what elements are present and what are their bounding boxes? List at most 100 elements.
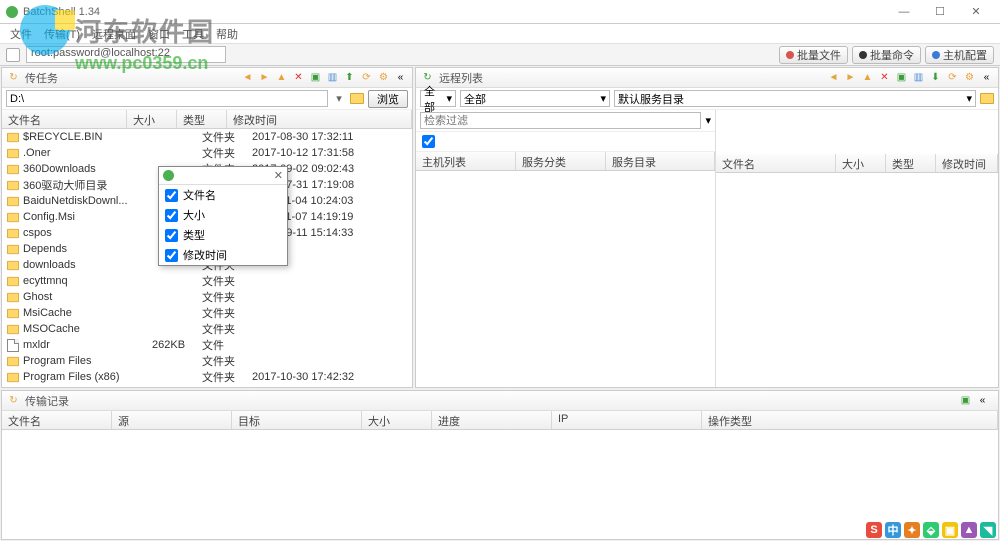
remote-pane: ↻ 远程列表 ◄ ► ▲ ✕ ▣ ▥ ⬇ ⟳ ⚙ « 全部 ▾ 全部▾ 默认服务… — [415, 67, 999, 388]
rcol-mtime[interactable]: 修改时间 — [936, 154, 998, 172]
tray-icon-6[interactable]: ◥ — [980, 522, 996, 538]
lcol-name[interactable]: 文件名 — [2, 411, 112, 429]
menu-file[interactable]: 文件 — [4, 26, 38, 42]
filter-all-2[interactable]: 全部▾ — [460, 90, 610, 107]
tray-status-icon[interactable]: 中 — [885, 522, 901, 538]
remote-file-list[interactable] — [716, 173, 998, 387]
ctx-checkbox[interactable] — [165, 229, 178, 242]
ctx-close-icon[interactable]: ✕ — [274, 169, 283, 182]
r-collapse-icon[interactable]: « — [979, 70, 994, 85]
r-props-icon[interactable]: ▥ — [911, 70, 926, 85]
ctx-item[interactable]: 文件名 — [159, 185, 287, 205]
menu-remote[interactable]: 远程桌面 — [86, 26, 142, 42]
r-download-icon[interactable]: ⬇ — [928, 70, 943, 85]
r-open-folder-icon[interactable] — [980, 93, 994, 104]
lcol-size[interactable]: 大小 — [362, 411, 432, 429]
tray-ime-icon[interactable]: S — [866, 522, 882, 538]
tray-icon-4[interactable]: ▣ — [942, 522, 958, 538]
back-icon[interactable]: ◄ — [240, 70, 255, 85]
minimize-button[interactable]: — — [886, 2, 922, 22]
ctx-item[interactable]: 大小 — [159, 205, 287, 225]
filter-all-1[interactable]: 全部 ▾ — [420, 90, 456, 107]
r-gear-icon[interactable]: ⚙ — [962, 70, 977, 85]
log-body[interactable] — [2, 430, 998, 539]
rcol-type[interactable]: 类型 — [886, 154, 936, 172]
r-fwd-icon[interactable]: ► — [843, 70, 858, 85]
upload-icon[interactable]: ⬆ — [342, 70, 357, 85]
open-folder-icon[interactable] — [350, 93, 364, 104]
table-row[interactable]: mxldr262KB文件 — [2, 337, 412, 353]
menu-tools[interactable]: 工具 — [176, 26, 210, 42]
close-button[interactable]: ✕ — [958, 2, 994, 22]
batch-file-button[interactable]: 批量文件 — [779, 46, 848, 64]
table-row[interactable]: Ghost文件夹 — [2, 289, 412, 305]
lcol-prog[interactable]: 进度 — [432, 411, 552, 429]
gear-icon[interactable]: ⚙ — [376, 70, 391, 85]
rcol-size[interactable]: 大小 — [836, 154, 886, 172]
props-icon[interactable]: ▥ — [325, 70, 340, 85]
table-row[interactable]: Program Files文件夹 — [2, 353, 412, 369]
ctx-checkbox[interactable] — [165, 249, 178, 262]
path-dropdown-icon[interactable]: ▾ — [332, 92, 346, 105]
maximize-button[interactable]: ☐ — [922, 2, 958, 22]
select-all-checkbox[interactable] — [422, 135, 435, 148]
table-row[interactable]: .Oner文件夹2017-10-12 17:31:58 — [2, 145, 412, 161]
tray-icon-5[interactable]: ▲ — [961, 522, 977, 538]
refresh-icon[interactable]: ↻ — [6, 70, 21, 85]
batch-cmd-button[interactable]: 批量命令 — [852, 46, 921, 64]
r-newfolder-icon[interactable]: ▣ — [894, 70, 909, 85]
ctx-app-icon — [163, 170, 174, 181]
tray-icon-3[interactable]: ⬙ — [923, 522, 939, 538]
r-up-icon[interactable]: ▲ — [860, 70, 875, 85]
rcol-name[interactable]: 文件名 — [716, 154, 836, 172]
table-row[interactable]: Record文件夹2017-10-30 13:31:12 — [2, 385, 412, 387]
table-row[interactable]: Program Files (x86)文件夹2017-10-30 17:42:3… — [2, 369, 412, 385]
log-refresh-icon[interactable]: ↻ — [6, 393, 21, 408]
collapse-icon[interactable]: « — [393, 70, 408, 85]
host-list[interactable] — [416, 171, 715, 387]
ctx-checkbox[interactable] — [165, 189, 178, 202]
session-icon — [6, 48, 20, 62]
host-config-button[interactable]: 主机配置 — [925, 46, 994, 64]
fwd-icon[interactable]: ► — [257, 70, 272, 85]
r-back-icon[interactable]: ◄ — [826, 70, 841, 85]
r-refresh2-icon[interactable]: ⟳ — [945, 70, 960, 85]
ctx-item[interactable]: 类型 — [159, 225, 287, 245]
search-filter-input[interactable] — [420, 112, 701, 129]
col-type[interactable]: 类型 — [177, 110, 227, 128]
col-host[interactable]: 主机列表 — [416, 152, 516, 170]
refresh2-icon[interactable]: ⟳ — [359, 70, 374, 85]
filter-dropdown-icon[interactable]: ▾ — [705, 114, 711, 127]
r-delete-icon[interactable]: ✕ — [877, 70, 892, 85]
ctx-item[interactable]: 修改时间 — [159, 245, 287, 265]
table-row[interactable]: MSOCache文件夹 — [2, 321, 412, 337]
ctx-checkbox[interactable] — [165, 209, 178, 222]
column-context-menu: ✕ 文件名 大小 类型 修改时间 — [158, 166, 288, 266]
log-clear-icon[interactable]: ▣ — [958, 393, 973, 408]
table-row[interactable]: MsiCache文件夹 — [2, 305, 412, 321]
browse-button[interactable]: 浏览 — [368, 90, 408, 108]
session-path[interactable]: root:password@localhost:22 — [26, 46, 226, 63]
menu-help[interactable]: 帮助 — [210, 26, 244, 42]
up-icon[interactable]: ▲ — [274, 70, 289, 85]
col-dir[interactable]: 服务目录 — [606, 152, 715, 170]
table-row[interactable]: ecyttmnq文件夹 — [2, 273, 412, 289]
lcol-src[interactable]: 源 — [112, 411, 232, 429]
table-row[interactable]: $RECYCLE.BIN文件夹2017-08-30 17:32:11 — [2, 129, 412, 145]
log-collapse-icon[interactable]: « — [975, 393, 990, 408]
lcol-ip[interactable]: IP — [552, 411, 702, 429]
lcol-dst[interactable]: 目标 — [232, 411, 362, 429]
tray-icon-2[interactable]: ✦ — [904, 522, 920, 538]
lcol-op[interactable]: 操作类型 — [702, 411, 998, 429]
newfolder-icon[interactable]: ▣ — [308, 70, 323, 85]
delete-icon[interactable]: ✕ — [291, 70, 306, 85]
local-path-input[interactable] — [6, 90, 328, 107]
menu-window[interactable]: 窗口 — [142, 26, 176, 42]
col-mtime[interactable]: 修改时间 — [227, 110, 412, 128]
folder-icon — [7, 132, 19, 141]
col-name[interactable]: 文件名 — [2, 110, 127, 128]
default-dir-select[interactable]: 默认服务目录▾ — [614, 90, 976, 107]
col-size[interactable]: 大小 — [127, 110, 177, 128]
menu-transfer[interactable]: 传输(T) — [38, 26, 86, 42]
col-svc[interactable]: 服务分类 — [516, 152, 606, 170]
